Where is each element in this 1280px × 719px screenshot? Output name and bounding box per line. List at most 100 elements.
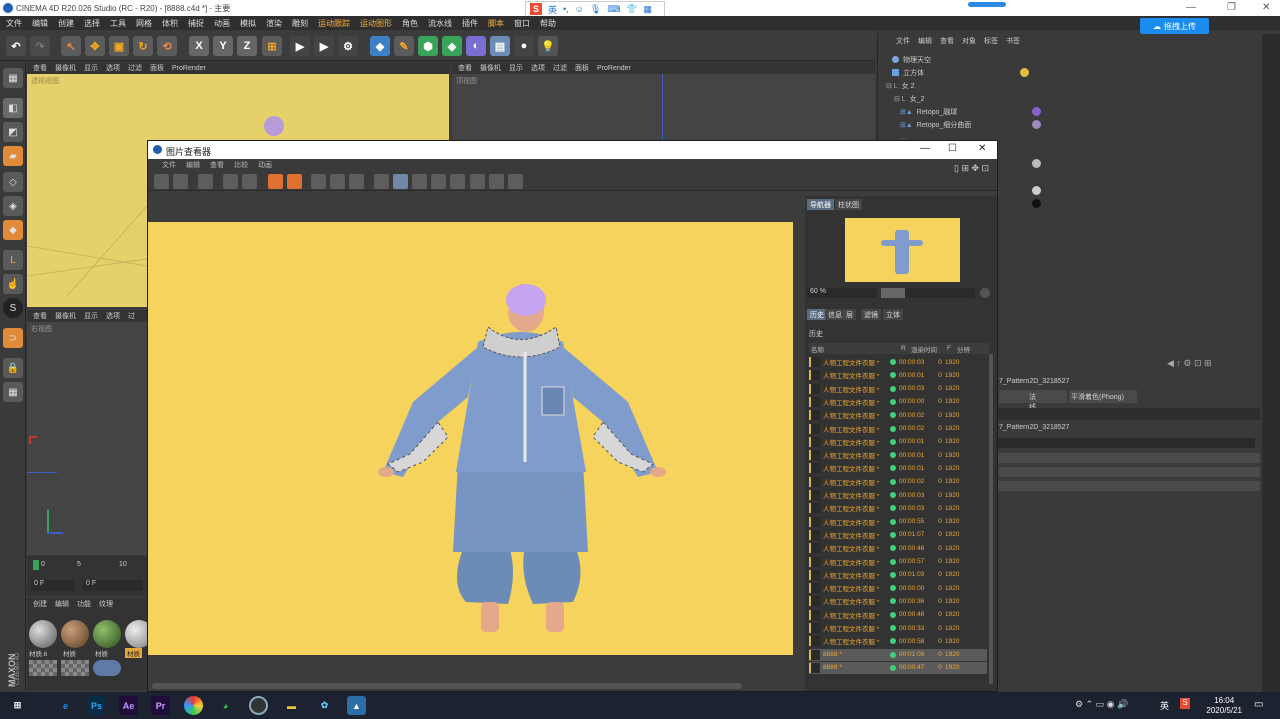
vp-menu-item[interactable]: 选项 bbox=[106, 63, 120, 73]
lock-icon[interactable]: 🔒 bbox=[3, 358, 23, 378]
render-settings-icon[interactable]: ⚙ bbox=[338, 36, 358, 56]
material-swatch[interactable] bbox=[61, 620, 89, 648]
light-icon[interactable]: 💡 bbox=[538, 36, 558, 56]
ab-compare-icon[interactable] bbox=[311, 174, 326, 189]
ab-stop-icon[interactable] bbox=[349, 174, 364, 189]
object-mode-icon[interactable]: ◧ bbox=[3, 98, 23, 118]
vp-menu-item[interactable]: 面板 bbox=[150, 63, 164, 73]
render-all-icon[interactable] bbox=[287, 174, 302, 189]
scale-icon[interactable]: ▣ bbox=[109, 36, 129, 56]
obj-menu-item[interactable]: 文件 bbox=[896, 36, 910, 46]
obj-menu-item[interactable]: 书签 bbox=[1006, 36, 1020, 46]
history-row[interactable]: 人物工程文件衣服 * 00:00:03 0 1920 bbox=[809, 502, 987, 514]
history-row[interactable]: 人物工程文件衣服 * 00:01:03 0 1920 bbox=[809, 569, 987, 581]
right-side-tabs[interactable] bbox=[1262, 34, 1280, 694]
redo-icon[interactable]: ↷ bbox=[30, 36, 50, 56]
vp-menu-item[interactable]: 摄像机 bbox=[480, 63, 501, 73]
viewer-minimize-icon[interactable]: — bbox=[920, 143, 930, 154]
app-icon[interactable]: ✿ bbox=[315, 696, 334, 715]
subdiv-icon[interactable]: ⬢ bbox=[418, 36, 438, 56]
attr-dropdown[interactable] bbox=[997, 481, 1260, 491]
history-row[interactable]: 人物工程文件衣服 * 00:00:01 0 1920 bbox=[809, 449, 987, 461]
history-row[interactable]: 人物工程文件衣服 * 00:00:58 0 1920 bbox=[809, 635, 987, 647]
start-icon[interactable]: ⊞ bbox=[8, 696, 27, 715]
menu-item[interactable]: 文件 bbox=[6, 18, 22, 29]
maximize-icon[interactable]: ❐ bbox=[1227, 2, 1236, 13]
history-row[interactable]: 人物工程文件衣服 * 00:00:48 0 1920 bbox=[809, 609, 987, 621]
history-row[interactable]: 人物工程文件衣服 * 00:00:02 0 1920 bbox=[809, 423, 987, 435]
vp-menu-item[interactable]: 显示 bbox=[84, 311, 98, 321]
menu-item[interactable]: 体积 bbox=[162, 18, 178, 29]
attr-dropdown[interactable] bbox=[997, 453, 1260, 463]
object-row[interactable]: ⊟ L 女_2 bbox=[878, 92, 1261, 105]
material-swatch[interactable] bbox=[93, 660, 121, 676]
zoom-reset-icon[interactable] bbox=[980, 288, 990, 298]
menu-item[interactable]: 雕刻 bbox=[292, 18, 308, 29]
z-axis-icon[interactable]: Z bbox=[237, 36, 257, 56]
explorer-icon[interactable]: ▬ bbox=[282, 696, 301, 715]
vp-menu-item[interactable]: ProRender bbox=[597, 65, 631, 72]
viewer-close-icon[interactable]: ✕ bbox=[978, 143, 986, 154]
menu-item[interactable]: 插件 bbox=[462, 18, 478, 29]
menu-item[interactable]: 脚本 bbox=[488, 18, 504, 29]
clock[interactable]: 16:04 2020/5/21 bbox=[1206, 696, 1242, 716]
tweak-mode-icon[interactable]: ☝ bbox=[3, 274, 23, 294]
magnet-icon[interactable]: ⊃ bbox=[3, 328, 23, 348]
vp-menu-item[interactable]: 查看 bbox=[33, 311, 47, 321]
material-swatch[interactable] bbox=[29, 620, 57, 648]
notification-icon[interactable]: ▭ bbox=[1254, 699, 1263, 710]
pen-icon[interactable]: ✎ bbox=[394, 36, 414, 56]
floor-icon[interactable]: ▤ bbox=[490, 36, 510, 56]
vp-menu-item[interactable]: ProRender bbox=[172, 65, 206, 72]
select-icon[interactable]: ↖ bbox=[61, 36, 81, 56]
obj-menu-item[interactable]: 查看 bbox=[940, 36, 954, 46]
set-b-icon[interactable] bbox=[450, 174, 465, 189]
axis-mode-icon[interactable]: L bbox=[3, 250, 23, 270]
vp-menu-item[interactable]: 面板 bbox=[575, 63, 589, 73]
viewer-maximize-icon[interactable]: ☐ bbox=[948, 143, 957, 154]
grid-icon[interactable] bbox=[198, 174, 213, 189]
edge-icon[interactable]: e bbox=[56, 696, 75, 715]
attr-dropdown[interactable] bbox=[997, 467, 1260, 477]
workplane-icon[interactable]: ▰ bbox=[3, 146, 23, 166]
object-row[interactable]: ⊞▲ Retopo_融球 bbox=[878, 105, 1261, 118]
tray-sogou-icon[interactable]: S bbox=[1180, 698, 1190, 709]
minimize-icon[interactable]: — bbox=[1186, 2, 1196, 13]
grid-snap-icon[interactable]: ▦ bbox=[3, 382, 23, 402]
menu-item[interactable]: 流水线 bbox=[428, 18, 452, 29]
deformer-icon[interactable]: ◐ bbox=[466, 36, 486, 56]
zoom-icon[interactable] bbox=[489, 174, 504, 189]
layout-icons[interactable]: ▯ ⊞ ✥ ⊡ bbox=[954, 163, 989, 174]
vp-menu-item[interactable]: 选项 bbox=[106, 311, 120, 321]
keyboard-icon[interactable]: ⌨ bbox=[607, 4, 620, 15]
grid-icon[interactable]: ▦ bbox=[644, 4, 653, 15]
fit-icon[interactable] bbox=[470, 174, 485, 189]
mat-menu-item[interactable]: 功能 bbox=[77, 599, 91, 609]
viewer-menu-item[interactable]: 文件 bbox=[162, 160, 176, 170]
render-icon[interactable] bbox=[242, 174, 257, 189]
cinema4d-icon[interactable] bbox=[249, 696, 268, 715]
history-row[interactable]: 人物工程文件衣服 * 00:00:01 0 1920 bbox=[809, 462, 987, 474]
object-row[interactable]: ⊟ L女 2 bbox=[878, 79, 1261, 92]
vp-menu-item[interactable]: 过 bbox=[128, 311, 135, 321]
tray-icons[interactable]: ⚙ ⌃ ▭ ◉ 🔊 bbox=[1075, 699, 1128, 710]
photos-icon[interactable]: ▲ bbox=[347, 696, 366, 715]
undo-icon[interactable]: ↶ bbox=[6, 36, 26, 56]
chrome-icon[interactable] bbox=[184, 696, 203, 715]
region-render-icon[interactable] bbox=[223, 174, 238, 189]
vp-menu-item[interactable]: 显示 bbox=[509, 63, 523, 73]
mat-menu-item[interactable]: 编辑 bbox=[55, 599, 69, 609]
menu-item[interactable]: 捕捉 bbox=[188, 18, 204, 29]
menu-item[interactable]: 模拟 bbox=[240, 18, 256, 29]
object-row[interactable]: 物理天空 bbox=[878, 53, 1261, 66]
viewer-hscroll[interactable] bbox=[152, 683, 742, 689]
history-row[interactable]: 人物工程文件衣服 * 00:00:02 0 1920 bbox=[809, 409, 987, 421]
close-icon[interactable]: ✕ bbox=[1262, 2, 1270, 13]
menu-item[interactable]: 选择 bbox=[84, 18, 100, 29]
premiere-icon[interactable]: Pr bbox=[151, 696, 170, 715]
menu-item[interactable]: 创建 bbox=[58, 18, 74, 29]
tab-filter[interactable]: 滤镜 bbox=[861, 309, 881, 320]
history-row[interactable]: 人物工程文件衣服 * 00:00:02 0 1920 bbox=[809, 476, 987, 488]
window-slider[interactable] bbox=[968, 2, 1006, 7]
history-row[interactable]: 人物工程文件衣服 * 00:00:00 0 1920 bbox=[809, 582, 987, 594]
